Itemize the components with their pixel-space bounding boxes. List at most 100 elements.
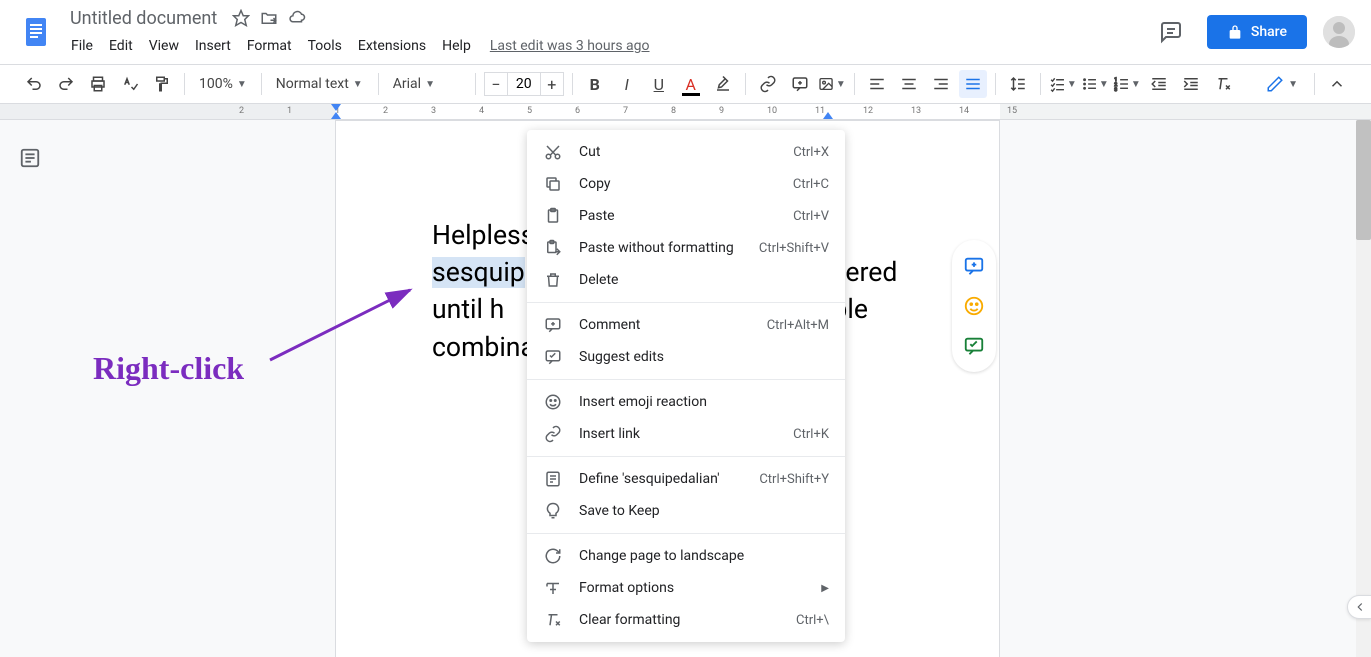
context-menu-paste[interactable]: PasteCtrl+V [527, 200, 845, 232]
undo-button[interactable] [20, 70, 48, 98]
paste-plain-icon [543, 238, 563, 258]
context-menu-copy[interactable]: CopyCtrl+C [527, 168, 845, 200]
scrollbar-vertical[interactable] [1356, 120, 1371, 657]
highlight-button[interactable] [709, 70, 737, 98]
context-menu-shortcut: Ctrl+Shift+Y [759, 472, 829, 487]
last-edit-link[interactable]: Last edit was 3 hours ago [490, 38, 650, 54]
context-menu-comment[interactable]: CommentCtrl+Alt+M [527, 309, 845, 341]
menu-view[interactable]: View [142, 34, 186, 58]
editing-mode-button[interactable]: ▼ [1258, 71, 1306, 97]
context-menu-label: Save to Keep [579, 503, 829, 519]
context-menu-change-page-to-landscape[interactable]: Change page to landscape [527, 540, 845, 572]
context-menu-delete[interactable]: Delete [527, 264, 845, 296]
ruler[interactable]: 21123456789101112131415 [0, 104, 1371, 120]
cloud-icon[interactable] [287, 8, 307, 28]
chevron-right-icon: ▶ [821, 583, 829, 594]
menu-tools[interactable]: Tools [301, 34, 349, 58]
align-center-button[interactable] [895, 70, 923, 98]
context-menu-save-to-keep[interactable]: Save to Keep [527, 495, 845, 527]
context-menu-paste-without-formatting[interactable]: Paste without formattingCtrl+Shift+V [527, 232, 845, 264]
zoom-combo[interactable]: 100%▼ [193, 72, 253, 96]
style-combo[interactable]: Normal text▼ [270, 72, 370, 96]
hide-menus-button[interactable] [1323, 70, 1351, 98]
link-icon [543, 424, 563, 444]
right-indent-marker[interactable] [823, 112, 833, 119]
context-menu-clear-formatting[interactable]: Clear formattingCtrl+\ [527, 604, 845, 636]
avatar[interactable] [1323, 16, 1355, 48]
move-icon[interactable] [259, 8, 279, 28]
text-color-button[interactable]: A [677, 70, 705, 98]
redo-button[interactable] [52, 70, 80, 98]
context-menu-cut[interactable]: CutCtrl+X [527, 136, 845, 168]
add-comment-button[interactable] [786, 70, 814, 98]
doc-title[interactable]: Untitled document [64, 6, 223, 31]
insert-link-button[interactable] [754, 70, 782, 98]
copy-icon [543, 174, 563, 194]
line-spacing-button[interactable] [1004, 70, 1032, 98]
context-menu-shortcut: Ctrl+Shift+V [759, 241, 829, 256]
share-button[interactable]: Share [1207, 15, 1307, 49]
menu-help[interactable]: Help [435, 34, 478, 58]
menu-extensions[interactable]: Extensions [351, 34, 433, 58]
font-size-decrease[interactable]: − [484, 72, 508, 96]
context-menu-suggest-edits[interactable]: Suggest edits [527, 341, 845, 373]
checklist-button[interactable]: ▼ [1049, 70, 1077, 98]
context-menu-label: Copy [579, 176, 793, 192]
italic-button[interactable]: I [613, 70, 641, 98]
spellcheck-button[interactable] [116, 70, 144, 98]
context-menu-format-options[interactable]: Format options▶ [527, 572, 845, 604]
outline-toggle-button[interactable] [12, 140, 48, 176]
ruler-mark: 14 [959, 106, 969, 116]
context-menu-label: Change page to landscape [579, 548, 829, 564]
comment-icon [543, 315, 563, 335]
add-emoji-side-button[interactable] [956, 288, 992, 324]
add-comment-side-button[interactable] [956, 248, 992, 284]
pen-icon [1266, 75, 1284, 93]
menu-file[interactable]: File [64, 34, 100, 58]
align-justify-button[interactable] [959, 70, 987, 98]
annotation-text: Right-click [93, 350, 244, 387]
star-icon[interactable] [231, 8, 251, 28]
menu-insert[interactable]: Insert [188, 34, 238, 58]
ruler-mark: 1 [287, 106, 292, 116]
menu-edit[interactable]: Edit [102, 34, 140, 58]
paint-format-button[interactable] [148, 70, 176, 98]
docs-logo[interactable] [16, 12, 56, 52]
share-label: Share [1251, 24, 1287, 40]
lock-icon [1227, 24, 1243, 40]
context-menu-insert-link[interactable]: Insert linkCtrl+K [527, 418, 845, 450]
left-indent-marker[interactable] [331, 112, 341, 119]
comment-history-button[interactable] [1151, 12, 1191, 52]
first-line-indent-marker[interactable] [331, 104, 341, 111]
context-menu-label: Delete [579, 272, 829, 288]
print-button[interactable] [84, 70, 112, 98]
align-right-button[interactable] [927, 70, 955, 98]
bold-button[interactable]: B [581, 70, 609, 98]
font-size-input[interactable] [508, 72, 540, 96]
clear-formatting-button[interactable] [1209, 70, 1237, 98]
ruler-mark: 7 [623, 106, 628, 116]
suggest-edits-side-button[interactable] [956, 328, 992, 364]
menu-format[interactable]: Format [240, 34, 299, 58]
decrease-indent-button[interactable] [1145, 70, 1173, 98]
context-menu-label: Cut [579, 144, 793, 160]
context-menu-shortcut: Ctrl+\ [796, 613, 829, 628]
context-menu-insert-emoji-reaction[interactable]: Insert emoji reaction [527, 386, 845, 418]
hide-side-panel-button[interactable] [1347, 595, 1371, 619]
increase-indent-button[interactable] [1177, 70, 1205, 98]
context-menu-label: Suggest edits [579, 349, 829, 365]
underline-button[interactable]: U [645, 70, 673, 98]
delete-icon [543, 270, 563, 290]
font-size-increase[interactable]: + [540, 72, 564, 96]
insert-image-button[interactable]: ▼ [818, 70, 846, 98]
bullet-list-button[interactable]: ▼ [1081, 70, 1109, 98]
context-menu-label: Define 'sesquipedalian' [579, 471, 759, 487]
ruler-mark: 4 [479, 106, 484, 116]
align-left-button[interactable] [863, 70, 891, 98]
scrollbar-thumb[interactable] [1356, 120, 1371, 240]
context-menu-shortcut: Ctrl+Alt+M [767, 318, 829, 333]
numbered-list-button[interactable]: 123▼ [1113, 70, 1141, 98]
font-combo[interactable]: Arial▼ [387, 72, 467, 96]
context-menu-define-sesquipedalian-[interactable]: Define 'sesquipedalian'Ctrl+Shift+Y [527, 463, 845, 495]
ruler-mark: 3 [431, 106, 436, 116]
